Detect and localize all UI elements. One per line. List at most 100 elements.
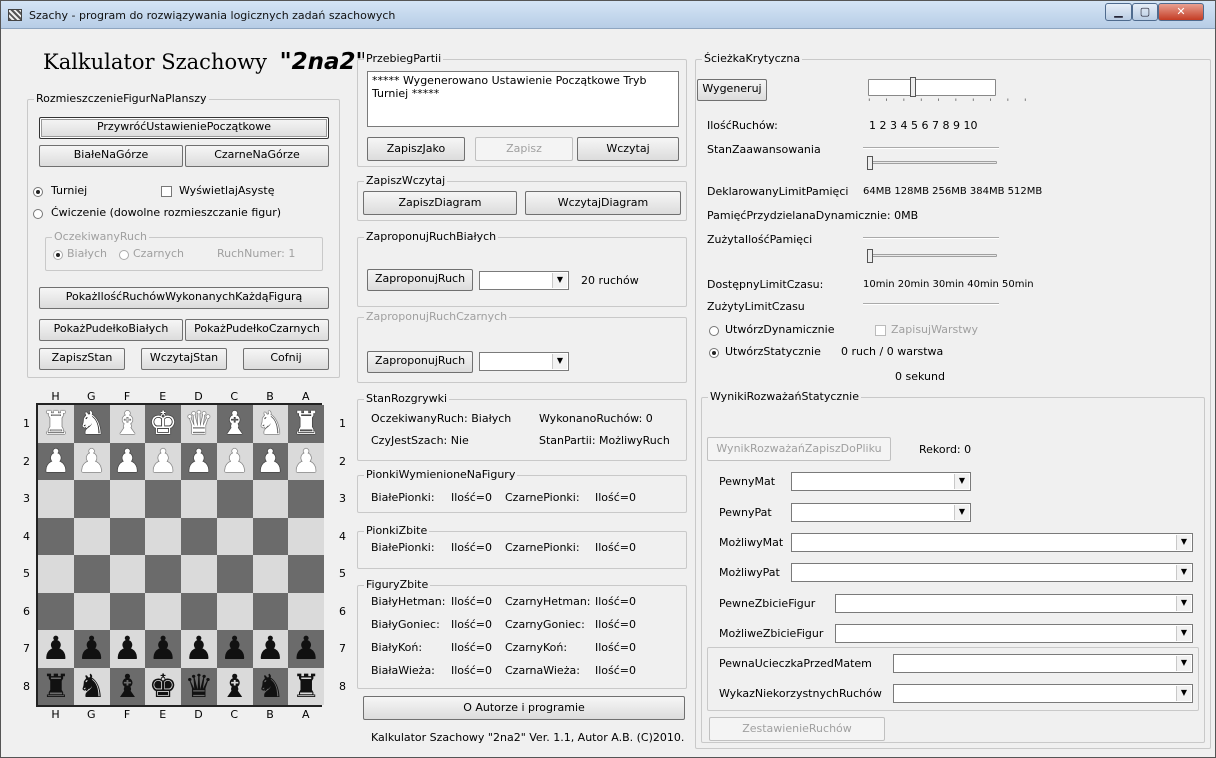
save-diagram-button[interactable]: ZapiszDiagram <box>363 191 517 215</box>
chess-piece[interactable]: ♟ <box>217 442 253 480</box>
chess-piece[interactable]: ♟ <box>38 442 74 480</box>
expected-white-radio[interactable] <box>53 250 63 260</box>
board-square[interactable]: ♟ <box>252 442 289 480</box>
time-slider-thumb[interactable] <box>867 249 873 263</box>
moves-summary-button[interactable]: ZestawienieRuchów <box>709 717 885 741</box>
chess-piece[interactable]: ♟ <box>145 442 181 480</box>
board-square[interactable]: ♟ <box>73 442 110 480</box>
chess-piece[interactable]: ♟ <box>181 442 217 480</box>
chess-piece[interactable]: ♟ <box>253 630 289 667</box>
expected-black-radio[interactable] <box>119 250 129 260</box>
chess-piece[interactable]: ♝ <box>217 405 253 442</box>
board-square[interactable]: ♜ <box>38 667 74 705</box>
chess-piece[interactable]: ♛ <box>181 667 217 705</box>
close-button[interactable]: ✕ <box>1158 3 1204 21</box>
create-dynamic-radio[interactable] <box>709 326 719 336</box>
board-square[interactable] <box>252 592 289 630</box>
board-square[interactable]: ♞ <box>73 667 110 705</box>
chess-piece[interactable]: ♟ <box>288 442 324 480</box>
board-square[interactable]: ♟ <box>145 630 181 668</box>
board-square[interactable] <box>145 592 181 630</box>
board-square[interactable]: ♟ <box>109 630 146 668</box>
sure-mate-combo[interactable]: ▼ <box>791 472 971 491</box>
board-square[interactable] <box>181 592 217 630</box>
board-square[interactable] <box>73 592 110 630</box>
board-square[interactable] <box>216 555 253 593</box>
board-square[interactable]: ♞ <box>73 405 110 443</box>
board-square[interactable] <box>73 480 110 518</box>
load-state-button[interactable]: WczytajStan <box>141 348 227 370</box>
undo-button[interactable]: Cofnij <box>243 348 329 370</box>
chess-piece[interactable]: ♟ <box>253 442 289 480</box>
save-state-button[interactable]: ZapiszStan <box>39 348 125 370</box>
chess-piece[interactable]: ♞ <box>74 405 110 442</box>
moves-slider-thumb[interactable] <box>910 77 916 97</box>
board-square[interactable]: ♟ <box>38 630 74 668</box>
chess-piece[interactable]: ♛ <box>181 405 217 442</box>
board-square[interactable]: ♞ <box>252 667 289 705</box>
about-button[interactable]: O Autorze i programie <box>363 696 685 720</box>
save-layers-checkbox[interactable] <box>875 325 886 336</box>
board-square[interactable] <box>288 555 324 593</box>
show-moves-per-piece-button[interactable]: PokażIlośćRuchówWykonanychKażdąFigurą <box>39 287 329 309</box>
board-square[interactable] <box>109 517 146 555</box>
save-button[interactable]: Zapisz <box>475 137 573 161</box>
board-square[interactable]: ♝ <box>216 405 253 443</box>
chess-board[interactable]: ♜ ♞ ♝ ♚ ♛ ♝ ♞ ♜ ♟ ♟ ♟ ♟ ♟ ♟ ♟ ♟ ♟ ♟ ♟ ♟ ♟ ♟ ♟ ♟ ♜ ♞ ♝ ♚ ♛ ♝ ♞ ♜ <box>36 403 324 707</box>
create-static-radio[interactable] <box>709 348 719 358</box>
board-square[interactable]: ♜ <box>38 405 74 443</box>
board-square[interactable]: ♟ <box>252 630 289 668</box>
chess-piece[interactable]: ♟ <box>110 630 146 667</box>
board-square[interactable] <box>145 517 181 555</box>
chess-piece[interactable]: ♜ <box>288 667 324 705</box>
propose-white-button[interactable]: ZaproponujRuch <box>367 269 473 291</box>
time-slider-track[interactable] <box>869 254 997 257</box>
board-square[interactable] <box>38 517 74 555</box>
chess-piece[interactable]: ♝ <box>110 405 146 442</box>
board-square[interactable]: ♝ <box>216 667 253 705</box>
chess-piece[interactable]: ♟ <box>217 630 253 667</box>
exercise-radio[interactable] <box>33 209 43 219</box>
memory-slider-thumb[interactable] <box>867 156 873 170</box>
chess-piece[interactable]: ♚ <box>145 405 181 442</box>
board-square[interactable]: ♟ <box>145 442 181 480</box>
escape-combo[interactable]: ▼ <box>893 654 1193 673</box>
board-square[interactable]: ♟ <box>288 630 324 668</box>
board-square[interactable] <box>288 592 324 630</box>
board-square[interactable] <box>181 555 217 593</box>
board-square[interactable]: ♝ <box>109 405 146 443</box>
board-square[interactable]: ♚ <box>145 667 181 705</box>
board-square[interactable] <box>216 517 253 555</box>
board-square[interactable] <box>216 592 253 630</box>
white-box-button[interactable]: PokażPudełkoBiałych <box>39 319 183 341</box>
chess-piece[interactable]: ♟ <box>288 630 324 667</box>
propose-black-button[interactable]: ZaproponujRuch <box>367 351 473 373</box>
white-on-top-button[interactable]: BiałeNaGórze <box>39 145 183 167</box>
board-square[interactable]: ♟ <box>38 442 74 480</box>
black-on-top-button[interactable]: CzarneNaGórze <box>185 145 329 167</box>
generate-button[interactable]: Wygeneruj <box>697 79 767 101</box>
chess-piece[interactable]: ♜ <box>38 405 74 442</box>
propose-white-combo[interactable]: ▼ <box>479 271 569 290</box>
board-square[interactable] <box>252 555 289 593</box>
chess-piece[interactable]: ♞ <box>253 667 289 705</box>
chess-piece[interactable]: ♟ <box>38 630 74 667</box>
board-square[interactable] <box>216 480 253 518</box>
board-square[interactable]: ♜ <box>288 667 324 705</box>
minimize-button[interactable]: ▁ <box>1105 3 1132 21</box>
board-square[interactable] <box>38 592 74 630</box>
moves-slider-track[interactable] <box>868 79 996 96</box>
board-square[interactable] <box>38 480 74 518</box>
chess-piece[interactable]: ♟ <box>110 442 146 480</box>
maximize-button[interactable]: ▢ <box>1132 3 1158 21</box>
board-square[interactable]: ♟ <box>216 442 253 480</box>
board-square[interactable]: ♜ <box>288 405 324 443</box>
board-square[interactable]: ♟ <box>73 630 110 668</box>
board-square[interactable] <box>109 592 146 630</box>
board-square[interactable] <box>181 480 217 518</box>
save-results-button[interactable]: WynikRozważańZapiszDoPliku <box>707 437 891 461</box>
load-button[interactable]: Wczytaj <box>577 137 679 161</box>
board-square[interactable]: ♛ <box>181 667 217 705</box>
save-as-button[interactable]: ZapiszJako <box>367 137 465 161</box>
board-square[interactable]: ♝ <box>109 667 146 705</box>
